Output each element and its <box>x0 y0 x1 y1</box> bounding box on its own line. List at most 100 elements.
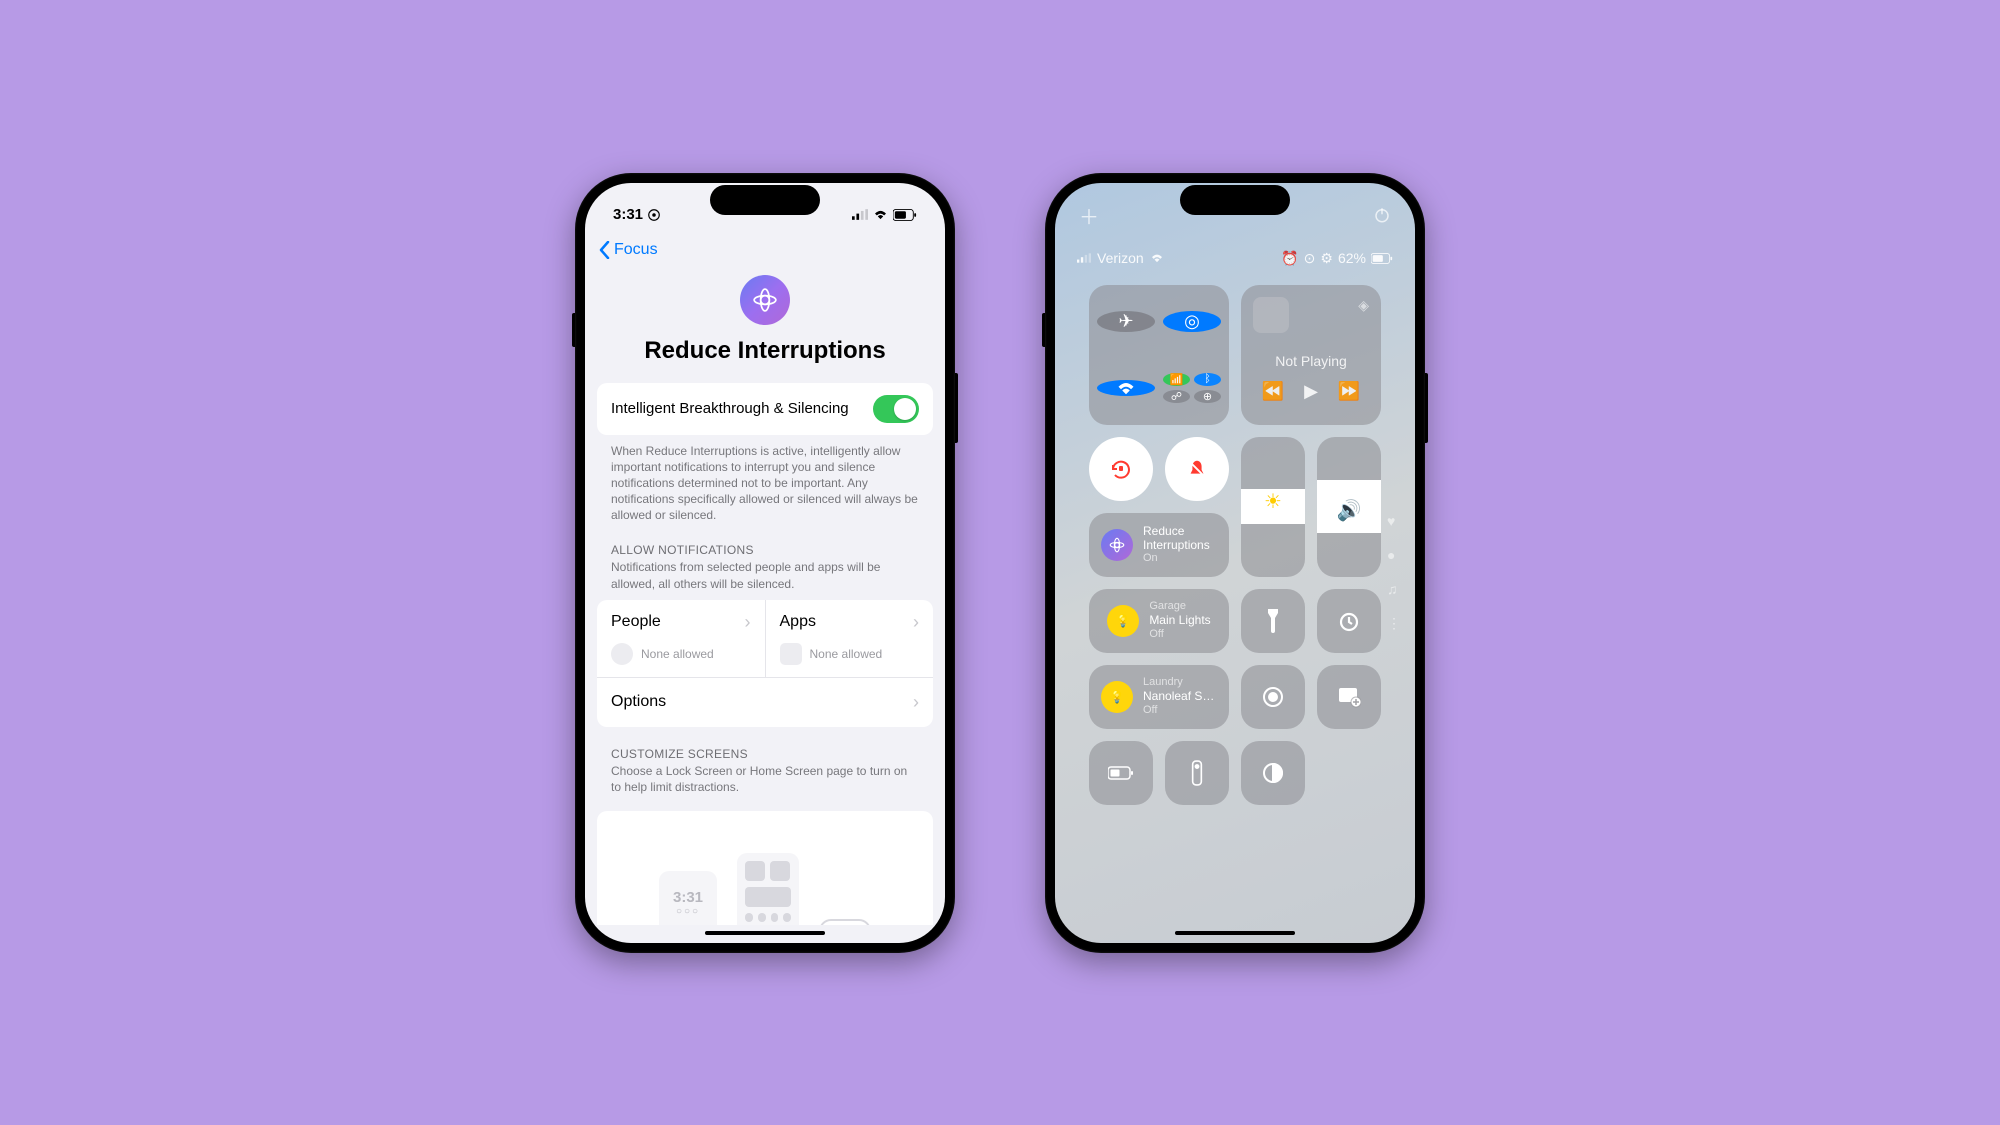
options-row[interactable]: Options › <box>597 678 933 727</box>
forward-button[interactable]: ⏩ <box>1338 381 1360 402</box>
toggle-switch-on[interactable] <box>873 395 919 423</box>
status-time: 3:31 <box>613 206 643 223</box>
silent-mode-button[interactable] <box>1165 437 1229 501</box>
chevron-left-icon[interactable] <box>599 241 610 259</box>
chevron-right-icon: › <box>913 692 919 713</box>
home-name: Nanoleaf Skylight <box>1143 689 1217 703</box>
focus-mode-icon <box>740 275 790 325</box>
heart-page-icon[interactable]: ♥ <box>1387 513 1401 529</box>
lock-time: 3:31 <box>673 889 703 906</box>
wifi-icon <box>873 209 888 220</box>
cellular-button[interactable]: 📶 <box>1163 373 1190 386</box>
carrier-label: Verizon <box>1097 250 1144 266</box>
home-name: Main Lights <box>1149 613 1210 627</box>
remote-button[interactable] <box>1165 741 1229 805</box>
dynamic-island <box>1180 185 1290 215</box>
rewind-button[interactable]: ⏪ <box>1262 381 1284 402</box>
chevron-right-icon: › <box>745 612 751 633</box>
low-power-button[interactable] <box>1089 741 1153 805</box>
wifi-icon <box>1150 253 1164 263</box>
home-indicator[interactable] <box>705 931 825 935</box>
home-tile-garage[interactable]: 💡 Garage Main Lights Off <box>1089 589 1229 653</box>
nav-bar: Focus <box>585 231 945 265</box>
options-label: Options <box>611 693 666 711</box>
flashlight-button[interactable] <box>1241 589 1305 653</box>
cellular-icon <box>852 209 868 220</box>
focus-tile[interactable]: Reduce Interruptions On <box>1089 513 1229 577</box>
alarm-icon: ⏰ <box>1281 250 1298 267</box>
battery-percent: 62% <box>1338 250 1366 266</box>
airplane-mode-button[interactable]: ✈ <box>1097 311 1155 332</box>
home-tile-laundry[interactable]: 💡 Laundry Nanoleaf Skylight Off <box>1089 665 1229 729</box>
lock-screen-preview[interactable]: 3:31 ○○○ <box>659 871 717 924</box>
home-state: Off <box>1149 628 1210 641</box>
connectivity-page-icon[interactable]: ⋮ <box>1387 615 1401 632</box>
airplay-icon[interactable]: ◈ <box>1358 297 1369 314</box>
location-icon: ⊙ <box>1304 250 1316 267</box>
customize-card: 3:31 ○○○ <box>597 811 933 924</box>
dark-mode-button[interactable] <box>1241 741 1305 805</box>
back-button[interactable]: Focus <box>614 241 658 259</box>
focus-tile-icon <box>1101 529 1133 561</box>
dot-page-icon[interactable]: ● <box>1387 547 1401 563</box>
home-state: Off <box>1143 704 1217 717</box>
people-cell[interactable]: People › None allowed <box>597 600 766 677</box>
dynamic-island <box>710 185 820 215</box>
cc-status-bar: Verizon ⏰ ⊙ ⚙ 62% <box>1055 230 1415 277</box>
people-title: People <box>611 613 661 631</box>
lightbulb-icon: 💡 <box>1101 681 1133 713</box>
allow-sub: Notifications from selected people and a… <box>597 559 933 599</box>
connectivity-module[interactable]: ✈ ◎ 📶 ᛒ ☍ ⊕ <box>1089 285 1229 425</box>
home-indicator[interactable] <box>1175 931 1295 935</box>
screen-record-button[interactable] <box>1241 665 1305 729</box>
media-module[interactable]: ◈ Not Playing ⏪ ▶ ⏩ <box>1241 285 1381 425</box>
page-title: Reduce Interruptions <box>597 337 933 365</box>
apps-title: Apps <box>780 613 816 631</box>
intelligent-toggle-row[interactable]: Intelligent Breakthrough & Silencing <box>597 383 933 435</box>
album-art-placeholder <box>1253 297 1289 333</box>
volume-slider[interactable]: 🔊 <box>1317 437 1381 577</box>
phone-right-frame: ＋ Verizon ⏰ ⊙ ⚙ 62% ✈ ◎ <box>1045 173 1425 953</box>
toggle-description: When Reduce Interruptions is active, int… <box>597 435 933 538</box>
customize-sub: Choose a Lock Screen or Home Screen page… <box>597 763 933 803</box>
play-button[interactable]: ▶ <box>1304 381 1318 402</box>
vpn-button[interactable]: ⊕ <box>1194 390 1221 403</box>
apps-state: None allowed <box>810 647 883 661</box>
focus-icon: ⚙ <box>1320 250 1333 267</box>
page-indicators[interactable]: ♥ ● ♫ ⋮ <box>1387 513 1401 632</box>
connectivity-extras[interactable]: 📶 ᛒ ☍ ⊕ <box>1163 373 1221 403</box>
battery-icon <box>893 209 917 221</box>
app-placeholder <box>780 643 802 665</box>
watch-face-preview[interactable] <box>819 919 871 924</box>
media-title: Not Playing <box>1275 353 1347 369</box>
brightness-slider[interactable]: ☀ <box>1241 437 1305 577</box>
chevron-right-icon: › <box>913 612 919 633</box>
allow-heading: ALLOW NOTIFICATIONS <box>597 537 933 559</box>
people-state: None allowed <box>641 647 714 661</box>
control-center-screen: ＋ Verizon ⏰ ⊙ ⚙ 62% ✈ ◎ <box>1055 183 1415 943</box>
apps-cell[interactable]: Apps › None allowed <box>766 600 934 677</box>
rotation-lock-button[interactable] <box>1089 437 1153 501</box>
focus-name: Reduce Interruptions <box>1143 524 1217 553</box>
battery-icon <box>1371 253 1393 264</box>
focus-state: On <box>1143 552 1217 565</box>
cellular-icon <box>1077 253 1091 263</box>
add-control-icon[interactable]: ＋ <box>1079 201 1099 230</box>
lightbulb-icon: 💡 <box>1107 605 1139 637</box>
bluetooth-button[interactable]: ᛒ <box>1194 373 1221 386</box>
focus-status-icon <box>647 208 661 222</box>
timer-button[interactable] <box>1317 589 1381 653</box>
power-icon[interactable] <box>1373 206 1391 224</box>
airdrop-button[interactable]: ◎ <box>1163 311 1221 332</box>
hotspot-button[interactable]: ☍ <box>1163 390 1190 403</box>
home-location: Garage <box>1149 600 1210 613</box>
music-page-icon[interactable]: ♫ <box>1387 581 1401 597</box>
wifi-button[interactable] <box>1097 380 1155 396</box>
home-location: Laundry <box>1143 676 1217 689</box>
avatar-placeholder <box>611 643 633 665</box>
customize-heading: CUSTOMIZE SCREENS <box>597 741 933 763</box>
home-screen-preview[interactable] <box>737 853 799 924</box>
quick-note-button[interactable] <box>1317 665 1381 729</box>
phone-left-frame: 3:31 Focus Reduce Interruptions Intellig… <box>575 173 955 953</box>
toggle-label: Intelligent Breakthrough & Silencing <box>611 400 849 417</box>
